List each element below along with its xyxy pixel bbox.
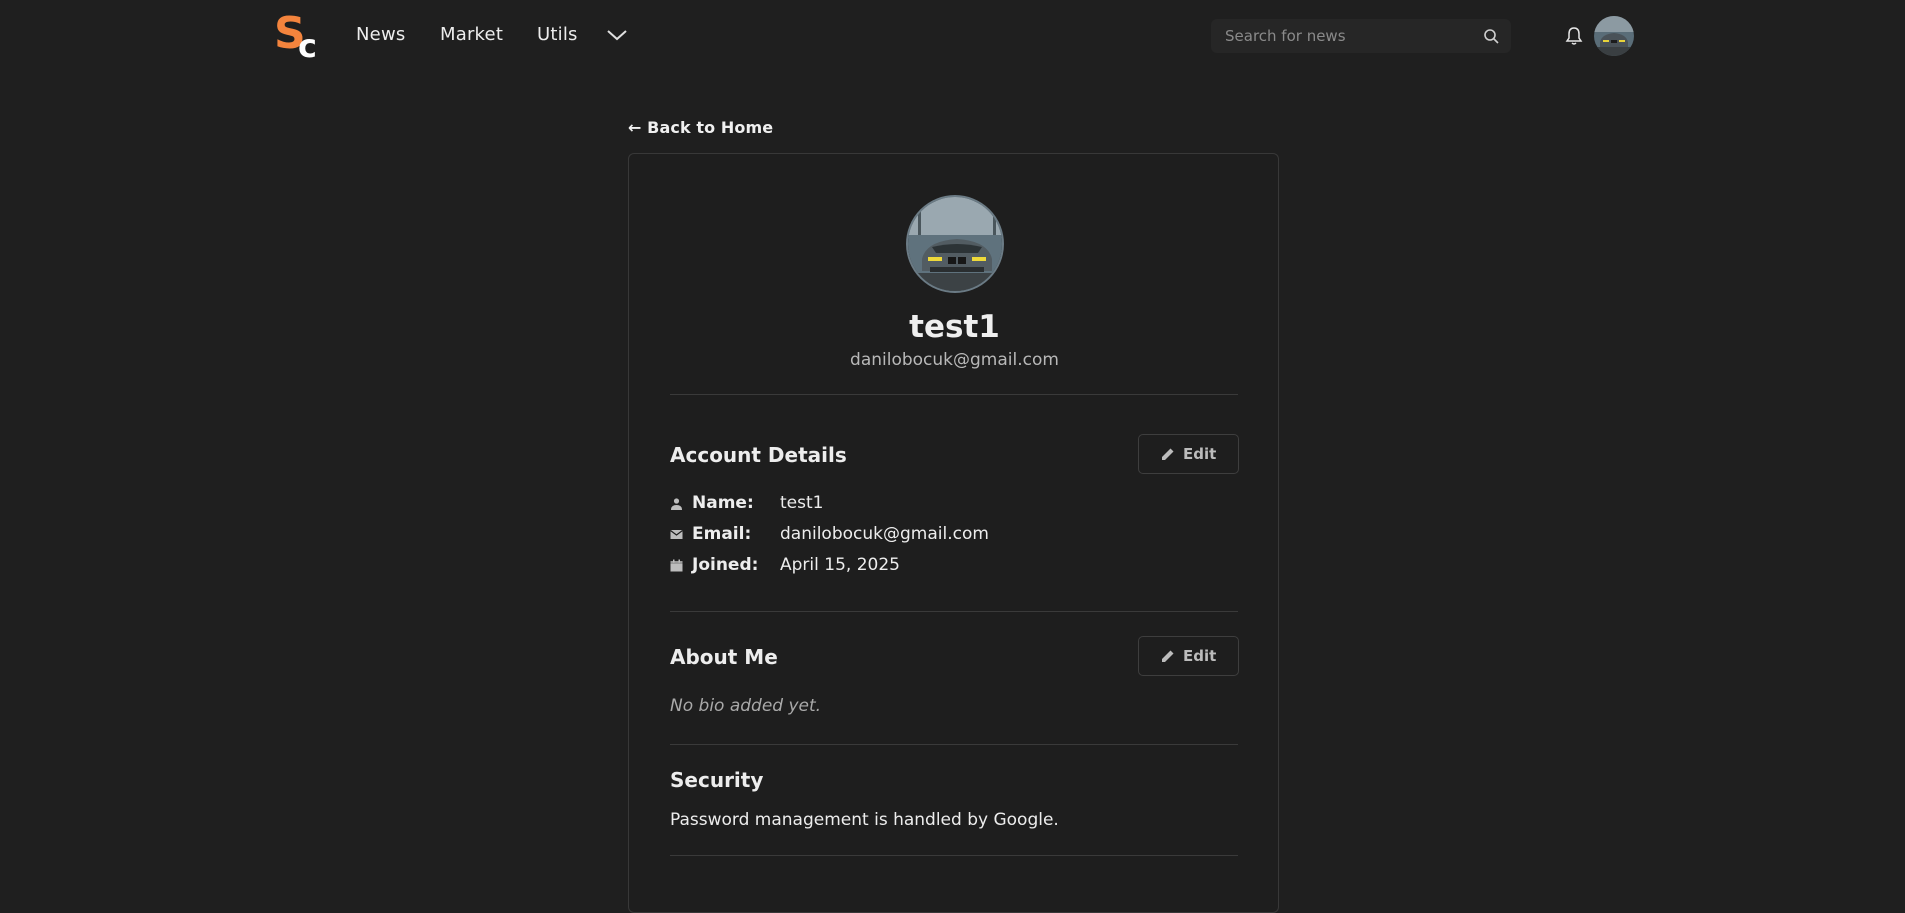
nav-link-utils[interactable]: Utils bbox=[537, 24, 578, 45]
detail-label: Joined: bbox=[692, 555, 759, 575]
edit-bio-button[interactable]: Edit bbox=[1138, 636, 1239, 676]
nav-link-news[interactable]: News bbox=[356, 24, 405, 45]
detail-row-name: Name: test1 bbox=[670, 493, 1170, 515]
detail-row-email: Email: danilobocuk@gmail.com bbox=[670, 524, 1170, 546]
account-details-title: Account Details bbox=[670, 443, 847, 467]
calendar-icon bbox=[670, 559, 683, 572]
profile-name: test1 bbox=[909, 309, 1000, 345]
profile-card: test1 danilobocuk@gmail.com Account Deta… bbox=[628, 153, 1279, 913]
about-me-title: About Me bbox=[670, 645, 778, 669]
search-icon[interactable] bbox=[1483, 28, 1499, 44]
search-box bbox=[1211, 19, 1511, 53]
pencil-icon bbox=[1162, 448, 1174, 460]
nav-link-market[interactable]: Market bbox=[440, 24, 503, 45]
edit-label: Edit bbox=[1183, 445, 1217, 463]
detail-label: Name: bbox=[692, 493, 754, 513]
search-input[interactable] bbox=[1223, 19, 1473, 53]
profile-avatar bbox=[906, 195, 1004, 293]
back-to-home-link[interactable]: ← Back to Home bbox=[628, 118, 773, 137]
detail-value: test1 bbox=[780, 493, 824, 513]
svg-text:c: c bbox=[298, 27, 317, 58]
person-icon bbox=[671, 498, 682, 510]
divider bbox=[670, 744, 1238, 745]
security-text: Password management is handled by Google… bbox=[670, 810, 1059, 830]
detail-label: Email: bbox=[692, 524, 752, 544]
detail-value: April 15, 2025 bbox=[780, 555, 900, 575]
pencil-icon bbox=[1162, 650, 1174, 662]
divider bbox=[670, 855, 1238, 856]
profile-email: danilobocuk@gmail.com bbox=[850, 350, 1059, 370]
bio-text: No bio added yet. bbox=[670, 696, 822, 716]
divider bbox=[670, 611, 1238, 612]
chevron-down-icon[interactable] bbox=[605, 27, 629, 43]
top-navbar: S c News Market Utils bbox=[0, 0, 1905, 72]
edit-label: Edit bbox=[1183, 647, 1217, 665]
detail-value: danilobocuk@gmail.com bbox=[780, 524, 989, 544]
divider bbox=[670, 394, 1238, 395]
bell-icon[interactable] bbox=[1565, 26, 1583, 46]
detail-row-joined: Joined: April 15, 2025 bbox=[670, 555, 1170, 577]
mail-icon bbox=[670, 530, 683, 539]
site-logo[interactable]: S c bbox=[272, 10, 336, 58]
edit-account-button[interactable]: Edit bbox=[1138, 434, 1239, 474]
nav-avatar[interactable] bbox=[1594, 16, 1634, 56]
security-title: Security bbox=[670, 768, 764, 792]
